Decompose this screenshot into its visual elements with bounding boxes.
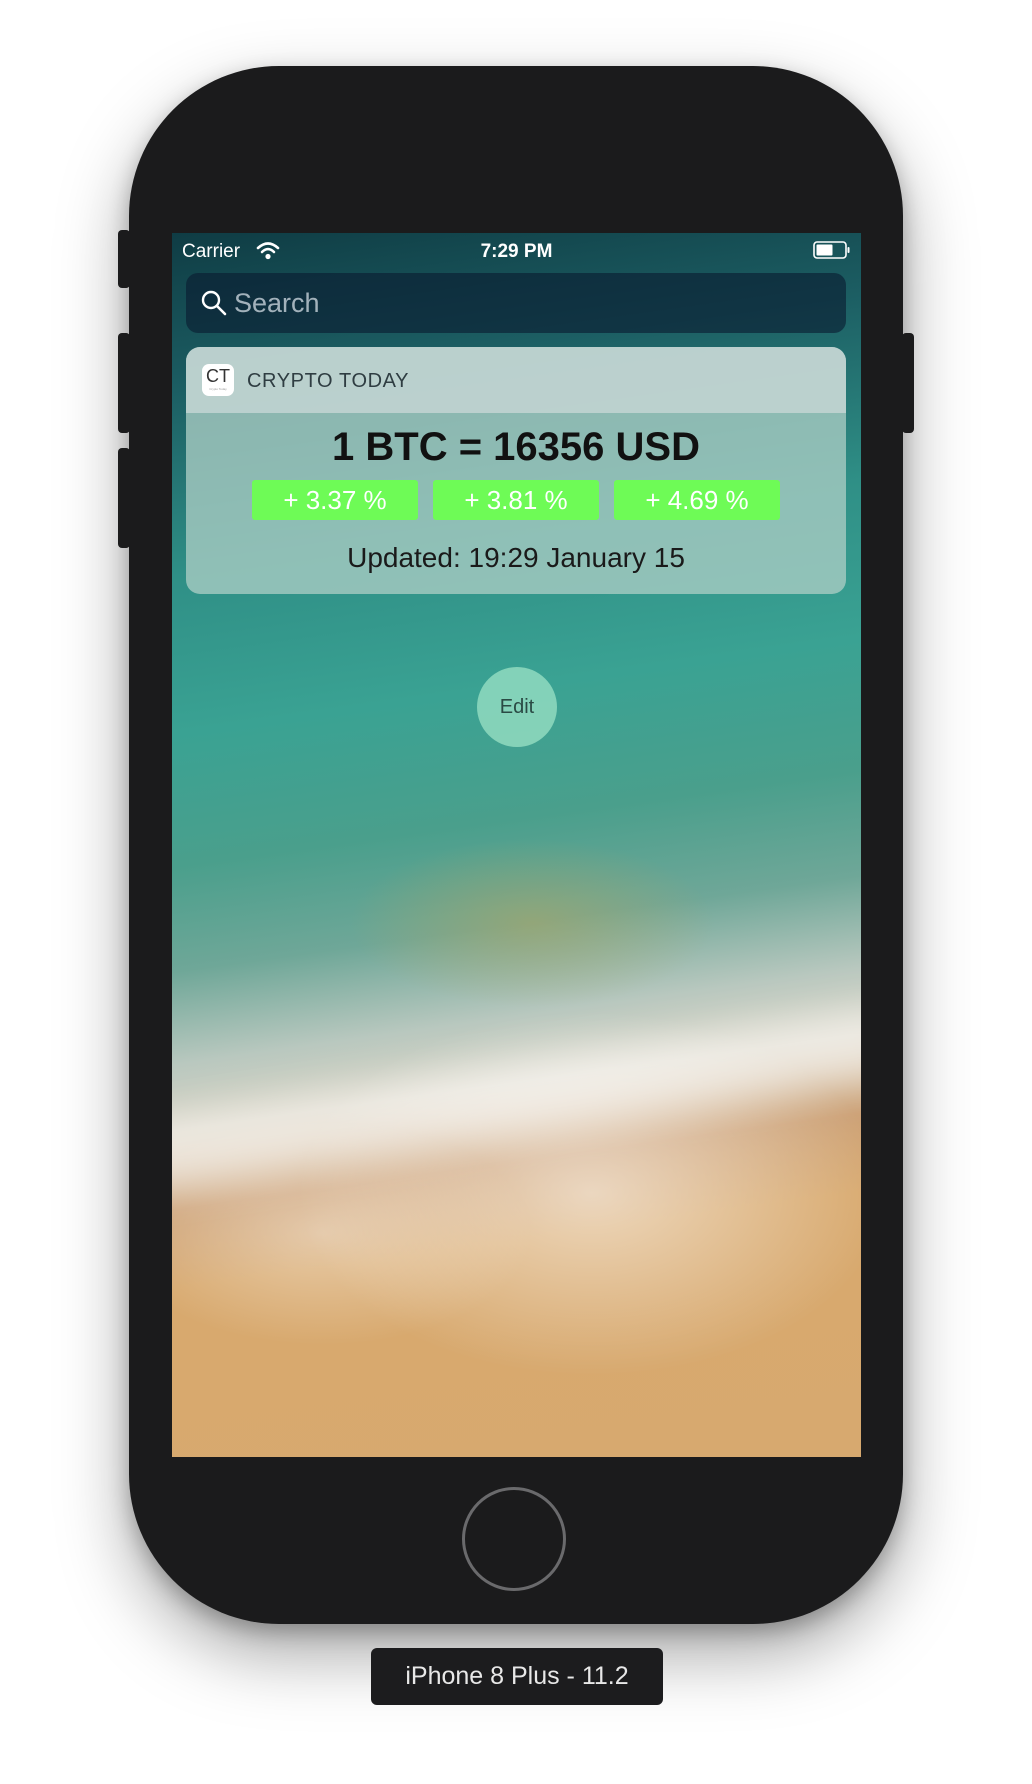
widget-app-name: CRYPTO TODAY (247, 370, 410, 392)
edit-button[interactable]: Edit (477, 667, 557, 747)
home-button[interactable] (462, 1487, 566, 1591)
simulator-stage: Carrier 7:29 PM CT (0, 0, 1032, 1784)
silent-switch (118, 230, 130, 288)
phone-screen: Carrier 7:29 PM CT (172, 233, 861, 1457)
status-time: 7:29 PM (480, 241, 553, 262)
change-badge: + 4.69 % (614, 480, 780, 520)
app-icon-text: CT (206, 366, 230, 386)
btc-price: 1 BTC = 16356 USD (332, 425, 700, 469)
search-icon (201, 290, 227, 316)
search-input[interactable] (234, 273, 824, 333)
app-icon: CT Crypto Today (202, 364, 234, 396)
volume-down-button (118, 448, 130, 548)
widget-header: CT Crypto Today CRYPTO TODAY (186, 347, 846, 413)
change-badge: + 3.81 % (433, 480, 599, 520)
price-changes: + 3.37 % + 3.81 % + 4.69 % (252, 480, 780, 520)
search-bar[interactable] (186, 273, 846, 333)
power-button (902, 333, 914, 433)
simulator-device-label: iPhone 8 Plus - 11.2 (371, 1648, 663, 1705)
status-bar: Carrier 7:29 PM (172, 233, 861, 273)
volume-up-button (118, 333, 130, 433)
crypto-today-widget[interactable]: CT Crypto Today CRYPTO TODAY 1 BTC = 163… (186, 347, 846, 594)
change-badge: + 3.37 % (252, 480, 418, 520)
app-icon-subtext: Crypto Today (209, 387, 227, 391)
battery-icon (813, 241, 850, 259)
updated-timestamp: Updated: 19:29 January 15 (347, 542, 685, 573)
